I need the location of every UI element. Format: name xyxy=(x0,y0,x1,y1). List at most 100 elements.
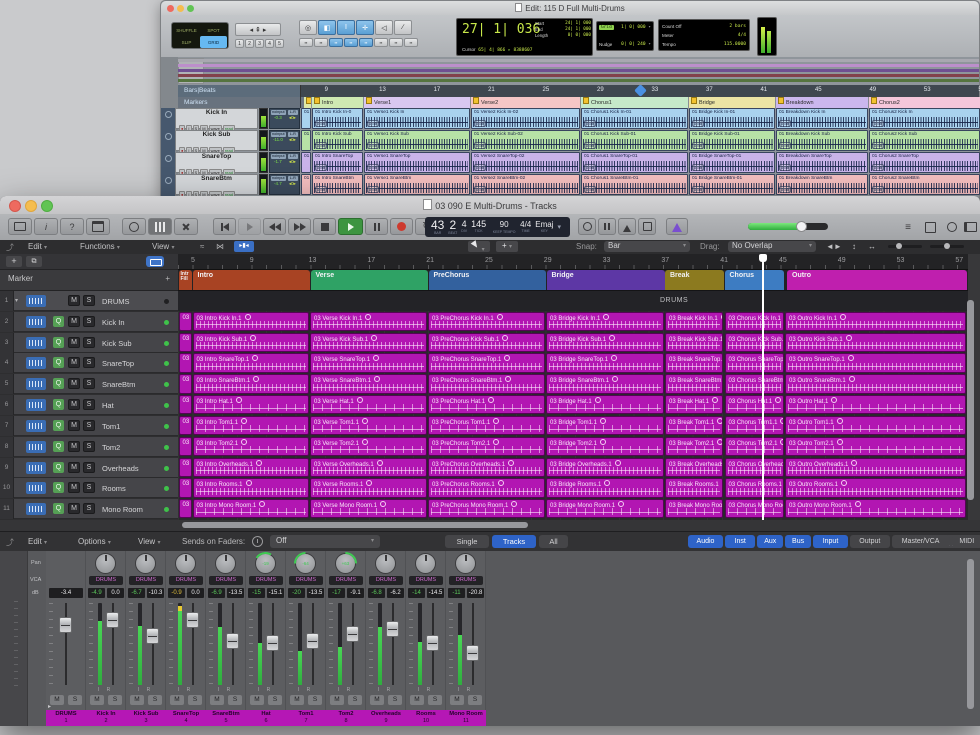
fader-cap[interactable] xyxy=(186,612,199,628)
mute-button[interactable]: M xyxy=(290,695,304,705)
channel-nameplate[interactable]: Tom17 xyxy=(286,710,326,726)
session-field-count-off[interactable]: Count Off2 bars xyxy=(662,22,746,31)
bar-ruler[interactable]: 59131721252933374145495357 xyxy=(178,254,968,270)
mini-ruler-5[interactable] xyxy=(178,79,979,82)
fader-db-value[interactable]: -15.1 xyxy=(267,588,284,598)
region-stub[interactable]: 03 I xyxy=(179,353,192,372)
input-record-buttons[interactable]: I R xyxy=(366,687,405,693)
region-prechorus-kick-in[interactable]: 03 PreChorus Kick In.1 xyxy=(428,312,545,331)
region-intro-tom2[interactable]: 03 Intro Tom2.1 xyxy=(193,437,310,456)
pan-knob[interactable]: -19 xyxy=(255,553,276,574)
pt-region-stub[interactable]: 01 xyxy=(301,108,311,129)
mute-button[interactable]: M xyxy=(410,695,424,705)
pt-region[interactable]: 01 Breakdown SnareTop0 dB xyxy=(776,152,868,173)
pointer-tool-selector[interactable]: ▾ xyxy=(468,241,490,252)
power-icon[interactable] xyxy=(252,536,263,547)
pt-mode-spot[interactable]: SPOT xyxy=(200,24,227,36)
pt-edit-option-1[interactable]: ▪▪ xyxy=(299,38,313,47)
mixer-filter-bus[interactable]: Bus xyxy=(785,535,811,548)
region-intro-rooms[interactable]: 03 Intro Rooms.1 xyxy=(193,478,310,497)
lcd-display[interactable]: 43BAR 2BEAT 4DIV 145TICK 90KEEP TEMPO 4/… xyxy=(425,217,570,237)
pt-region-stub[interactable]: 01 xyxy=(301,174,311,195)
metronome-icon[interactable] xyxy=(618,218,636,235)
mute-button[interactable]: M xyxy=(68,295,80,306)
zoom-arrows-button[interactable]: ◂ ⇞ ▸ xyxy=(235,23,281,36)
track-header-mono-room[interactable]: 11QMSMono Room xyxy=(0,499,178,519)
region-stub[interactable]: 03 I xyxy=(179,333,192,352)
track-pan-value[interactable]: ◂0▸ xyxy=(286,159,299,165)
mini-ruler-1[interactable] xyxy=(178,59,979,62)
channel-nameplate[interactable]: Hat6 xyxy=(246,710,286,726)
pt-edit-option-3[interactable]: ▪▪ xyxy=(329,38,343,47)
playhead-handle[interactable] xyxy=(759,254,767,262)
pt-marker-verse2[interactable]: Verse2 xyxy=(471,97,581,108)
region-stub[interactable]: 03 I xyxy=(179,416,192,435)
mute-button[interactable]: M xyxy=(68,441,80,452)
region-bridge-snaretop[interactable]: 03 Bridge SnareTop.1 xyxy=(546,353,664,372)
region-prechorus-tom1[interactable]: 03 PreChorus Tom1.1 xyxy=(428,416,545,435)
region-chorus-snarebtm[interactable]: 03 Chorus SnareBtm.1 xyxy=(725,374,784,393)
pan-knob[interactable] xyxy=(215,553,236,574)
track-icon-waveform[interactable] xyxy=(26,482,46,494)
region-intro-overheads[interactable]: 03 Intro Overheads.1 xyxy=(193,458,310,477)
pt-edit-option-4[interactable]: ▪▪ xyxy=(344,38,358,47)
region-intro-hat[interactable]: 03 Intro Hat.1 xyxy=(193,395,310,414)
pt-region[interactable]: 01 Chorus1 Kick Sub-010 dB xyxy=(581,130,688,151)
mixer-menu-edit[interactable]: Edit ▾ xyxy=(28,537,47,546)
trim-tool-icon[interactable]: ◧ xyxy=(318,20,336,35)
region-stub[interactable]: 03 I xyxy=(179,478,192,497)
region-verse-snaretop[interactable]: 03 Verse SnareTop.1 xyxy=(310,353,427,372)
solo-button[interactable]: S xyxy=(148,695,162,705)
region-verse-rooms[interactable]: 03 Verse Rooms.1 xyxy=(310,478,427,497)
editors-icon[interactable] xyxy=(174,218,198,235)
pt-region[interactable]: 01 Bridge SnareBtm-010 dB xyxy=(689,174,775,195)
region-chorus-mono-room[interactable]: 03 Chorus Mono Room.1 xyxy=(725,499,784,518)
quantize-button[interactable]: Q xyxy=(53,378,64,389)
pt-region[interactable]: 01 Verse1 Kick Sub0 dB xyxy=(364,130,470,151)
region-break-snarebtm[interactable]: 03 Break SnareBtm.1 xyxy=(665,374,723,393)
track-header-rooms[interactable]: 10QMSRooms xyxy=(0,478,178,498)
vca-assignment-badge[interactable]: DRUMS xyxy=(169,576,203,585)
pt-region[interactable]: 01 Bridge SnareTop-010 dB xyxy=(689,152,775,173)
mute-button[interactable]: M xyxy=(68,482,80,493)
input-record-buttons[interactable]: I R xyxy=(206,687,245,693)
protools-titlebar[interactable]: Edit: 115 D Full Multi-Drums xyxy=(161,1,979,16)
region-break-overheads[interactable]: 03 Break Overheads.1 xyxy=(665,458,723,477)
lcd-chevron-icon[interactable]: ▾ xyxy=(557,223,561,231)
fader-db-value[interactable]: -20.8 xyxy=(467,588,484,598)
region-intro-tom1[interactable]: 03 Intro Tom1.1 xyxy=(193,416,310,435)
pt-mode-shuffle[interactable]: SHUFFLE xyxy=(173,24,200,36)
region-bridge-kick-in[interactable]: 03 Bridge Kick In.1 xyxy=(546,312,664,331)
input-record-buttons[interactable]: I R xyxy=(446,687,485,693)
section-marker-intro-fill[interactable]: Intr Fill xyxy=(179,270,193,290)
mute-button[interactable]: M xyxy=(68,337,80,348)
volume-handle[interactable] xyxy=(796,221,807,232)
pt-region[interactable]: 01 Chorus2 Kick Sub0 dB xyxy=(869,130,980,151)
region-break-rooms[interactable]: 03 Break Rooms.1 xyxy=(665,478,723,497)
pt-marker-if[interactable]: IF xyxy=(304,97,312,108)
quantize-button[interactable]: Q xyxy=(53,441,64,452)
nudge-value[interactable]: 0| 0| 240 ▾ xyxy=(621,42,651,47)
grid-nudge-panel[interactable]: Grid 1| 0| 000 ▾ Nudge 0| 0| 240 ▾ xyxy=(596,21,654,51)
pt-region[interactable]: 01 Intro Kick Sub0 dB xyxy=(312,130,363,151)
pt-region[interactable]: 01 Intro Kick In-00 dB xyxy=(312,108,363,129)
track-header-tom1[interactable]: 7QMSTom1 xyxy=(0,416,178,436)
add-track-button[interactable]: + xyxy=(6,256,22,267)
track-header-snaretop[interactable]: 4QMSSnareTop xyxy=(0,353,178,373)
region-verse-overheads[interactable]: 03 Verse Overheads.1 xyxy=(310,458,427,477)
mute-button[interactable]: M xyxy=(68,378,80,389)
pt-region[interactable]: 01 Bridge Kick In-010 dB xyxy=(689,108,775,129)
region-stub[interactable]: 03 I xyxy=(179,437,192,456)
waveform-zoom-icon[interactable]: ◄► xyxy=(826,242,842,251)
mixer-view-all[interactable]: All xyxy=(539,535,568,548)
track-pan-value[interactable]: ◂0▸ xyxy=(286,137,299,143)
mixer-view-single[interactable]: Single xyxy=(445,535,489,548)
pt-region-stub[interactable]: 01 xyxy=(301,152,311,173)
solo-button[interactable]: S xyxy=(83,378,95,389)
region-outro-kick-in[interactable]: 03 Outro Kick In.1 xyxy=(785,312,966,331)
solo-button[interactable]: S xyxy=(308,695,322,705)
fader-cap[interactable] xyxy=(386,621,399,637)
drag-dropdown[interactable]: No Overlap▾ xyxy=(728,241,816,252)
region-break-mono-room[interactable]: 03 Break Mono Room.1 xyxy=(665,499,723,518)
note-pads-icon[interactable] xyxy=(922,221,938,233)
